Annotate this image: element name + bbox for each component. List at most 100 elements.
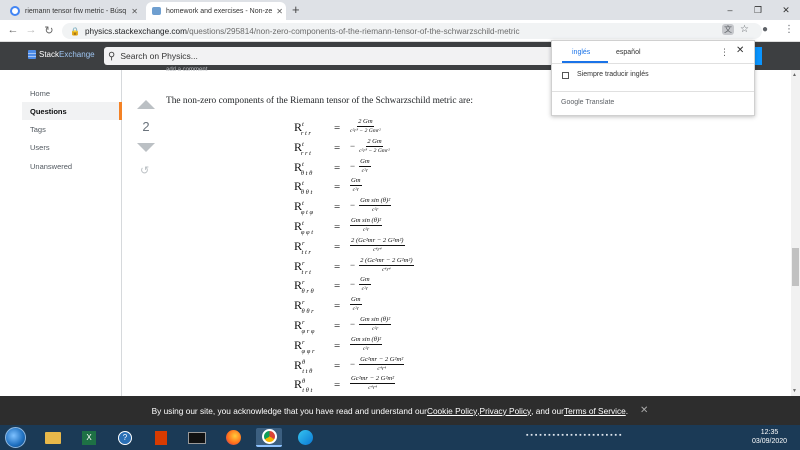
nav-unanswered[interactable]: Unanswered xyxy=(30,162,72,171)
numerator: Gm sin (θ)² xyxy=(350,335,383,345)
page-scrollbar[interactable]: ▲ ▼ xyxy=(791,70,800,396)
forward-arrow-icon[interactable]: → xyxy=(24,24,38,36)
numerator: 2 Gm xyxy=(357,118,374,127)
account-icon[interactable]: ● xyxy=(762,24,768,35)
component-value: − Gm sin (θ)² c²r xyxy=(350,197,392,214)
downvote-button[interactable] xyxy=(136,143,156,152)
upvote-arrow-icon xyxy=(137,100,155,109)
reload-icon[interactable]: ↻ xyxy=(42,24,56,37)
fraction: 2 Gm c²r³ − 2 Gmr² xyxy=(350,118,381,134)
vote-count: 2 xyxy=(142,119,150,134)
riemann-symbol: R xyxy=(294,357,303,372)
history-icon[interactable]: ↺ xyxy=(140,164,149,177)
riemann-symbol: R xyxy=(294,258,303,273)
start-button[interactable] xyxy=(5,427,26,448)
equals-sign: = xyxy=(334,181,341,194)
terms-of-service-link[interactable]: Terms of Service xyxy=(564,406,626,416)
component-value: Gm c²r xyxy=(350,177,362,193)
stackexchange-favicon-icon xyxy=(152,7,161,15)
fraction: Gm c²r xyxy=(350,296,362,312)
minimize-button[interactable]: – xyxy=(716,0,744,20)
always-translate-checkbox[interactable] xyxy=(562,72,569,79)
denominator: c⁴r⁴ xyxy=(382,266,391,273)
lower-indices: φ r φ xyxy=(301,328,315,335)
component-symbol: Rtr t r xyxy=(294,120,311,137)
office-icon[interactable] xyxy=(148,428,174,447)
riemann-symbol: R xyxy=(294,298,303,313)
file-explorer-icon[interactable] xyxy=(40,428,66,447)
denominator: c²r xyxy=(352,306,359,313)
close-window-button[interactable]: ✕ xyxy=(772,0,800,20)
upper-index: θ xyxy=(302,378,306,386)
bookmark-star-icon[interactable]: ☆ xyxy=(740,24,749,35)
scrollbar-thumb[interactable] xyxy=(792,248,799,286)
component-value: Gm sin (θ)² c²r xyxy=(350,217,383,233)
tab-title: homework and exercises - Non-ze xyxy=(166,7,273,15)
stackexchange-logo[interactable]: Stack Exchange xyxy=(28,50,95,59)
minus-sign: − xyxy=(350,319,356,329)
denominator: c²r xyxy=(371,207,379,214)
firefox-icon[interactable] xyxy=(220,428,246,447)
equals-sign: = xyxy=(334,240,341,253)
riemann-symbol: R xyxy=(294,337,303,352)
component-symbol: Rrθ θ r xyxy=(294,298,314,315)
component-value: − Gm sin (θ)² c²r xyxy=(350,316,392,332)
riemann-symbol: R xyxy=(294,377,303,392)
logo-stack: Stack xyxy=(39,50,60,59)
equals-sign: = xyxy=(334,221,341,233)
edge-icon[interactable] xyxy=(292,428,318,447)
translate-close-button[interactable]: ✕ xyxy=(736,45,744,56)
tab-google-search[interactable]: riemann tensor frw metric - Búsq ✕ xyxy=(4,2,144,20)
chrome-menu-icon[interactable]: ⋮ xyxy=(784,24,794,35)
equals-sign: = xyxy=(334,339,341,352)
fraction: 2 Gm c²r³ − 2 Gmr² xyxy=(359,138,390,154)
system-clock[interactable]: 12:35 03/09/2020 xyxy=(752,428,787,446)
logo-exchange: Exchange xyxy=(59,50,95,59)
clock-date: 03/09/2020 xyxy=(752,438,788,445)
search-icon: ⚲ xyxy=(108,50,116,62)
tab-ingles[interactable]: inglés xyxy=(572,49,590,56)
numerator: Gm xyxy=(359,276,371,286)
site-search-input[interactable]: ⚲ Search on Physics... xyxy=(104,47,554,65)
component-value: 2 (Gc²mr − 2 G²m²) c⁴r⁴ xyxy=(350,237,405,253)
minus-sign: − xyxy=(350,279,356,290)
fraction: Gm c²r xyxy=(359,158,371,174)
terminal-icon[interactable] xyxy=(184,428,210,447)
back-arrow-icon[interactable]: ← xyxy=(6,24,20,36)
chrome-icon[interactable] xyxy=(256,428,282,447)
equals-sign: = xyxy=(334,300,341,313)
cookie-text: By using our site, you acknowledge that … xyxy=(151,405,427,416)
cookie-close-button[interactable]: ✕ xyxy=(640,405,648,416)
tab-stackexchange[interactable]: homework and exercises - Non-ze ✕ xyxy=(146,2,286,20)
new-tab-button[interactable]: + xyxy=(292,2,300,17)
component-value: −2 Gm c²r³ − 2 Gmr² xyxy=(350,138,390,154)
tab-espanol[interactable]: español xyxy=(616,49,641,56)
excel-icon[interactable]: X xyxy=(76,428,102,447)
help-icon[interactable]: ? xyxy=(112,428,138,447)
cookie-banner: By using our site, you acknowledge that … xyxy=(0,396,800,425)
tray-icons[interactable]: ▪ ▪ ▪ ▪ ▪ ▪ ▪ ▪ ▪ ▪ ▪ ▪ ▪ ▪ ▪ ▪ ▪ ▪ ▪ ▪ … xyxy=(526,432,621,439)
translate-menu-icon[interactable]: ⋮ xyxy=(720,47,729,58)
translate-icon[interactable]: 文 xyxy=(722,24,734,35)
component-symbol: Rθt θ t xyxy=(294,377,312,394)
lower-indices: φ t φ xyxy=(300,209,314,217)
maximize-button[interactable]: ❐ xyxy=(744,0,772,20)
scroll-down-icon[interactable]: ▼ xyxy=(792,388,797,394)
nav-home[interactable]: Home xyxy=(30,89,50,98)
close-tab-icon[interactable]: ✕ xyxy=(127,7,138,16)
nav-tags[interactable]: Tags xyxy=(30,125,46,134)
lower-indices: θ t θ xyxy=(300,169,313,177)
numerator: Gm xyxy=(350,177,362,187)
add-comment-link[interactable]: add a comment xyxy=(166,67,207,73)
upvote-button[interactable] xyxy=(136,100,156,109)
privacy-policy-link[interactable]: Privacy Policy xyxy=(480,406,532,416)
close-tab-icon[interactable]: ✕ xyxy=(272,7,283,16)
cookie-policy-link[interactable]: Cookie Policy xyxy=(427,406,477,416)
nav-users[interactable]: Users xyxy=(30,143,50,152)
address-bar[interactable]: 🔒 physics.stackexchange.com /questions/2… xyxy=(62,23,762,39)
scroll-up-icon[interactable]: ▲ xyxy=(792,72,797,78)
numerator: 2 (Gc²mr − 2 G²m²) xyxy=(350,236,405,246)
fraction: Gm sin (θ)² c²r xyxy=(359,316,392,332)
component-symbol: Rrθ r θ xyxy=(294,278,314,295)
nav-questions[interactable]: Questions xyxy=(30,107,67,116)
